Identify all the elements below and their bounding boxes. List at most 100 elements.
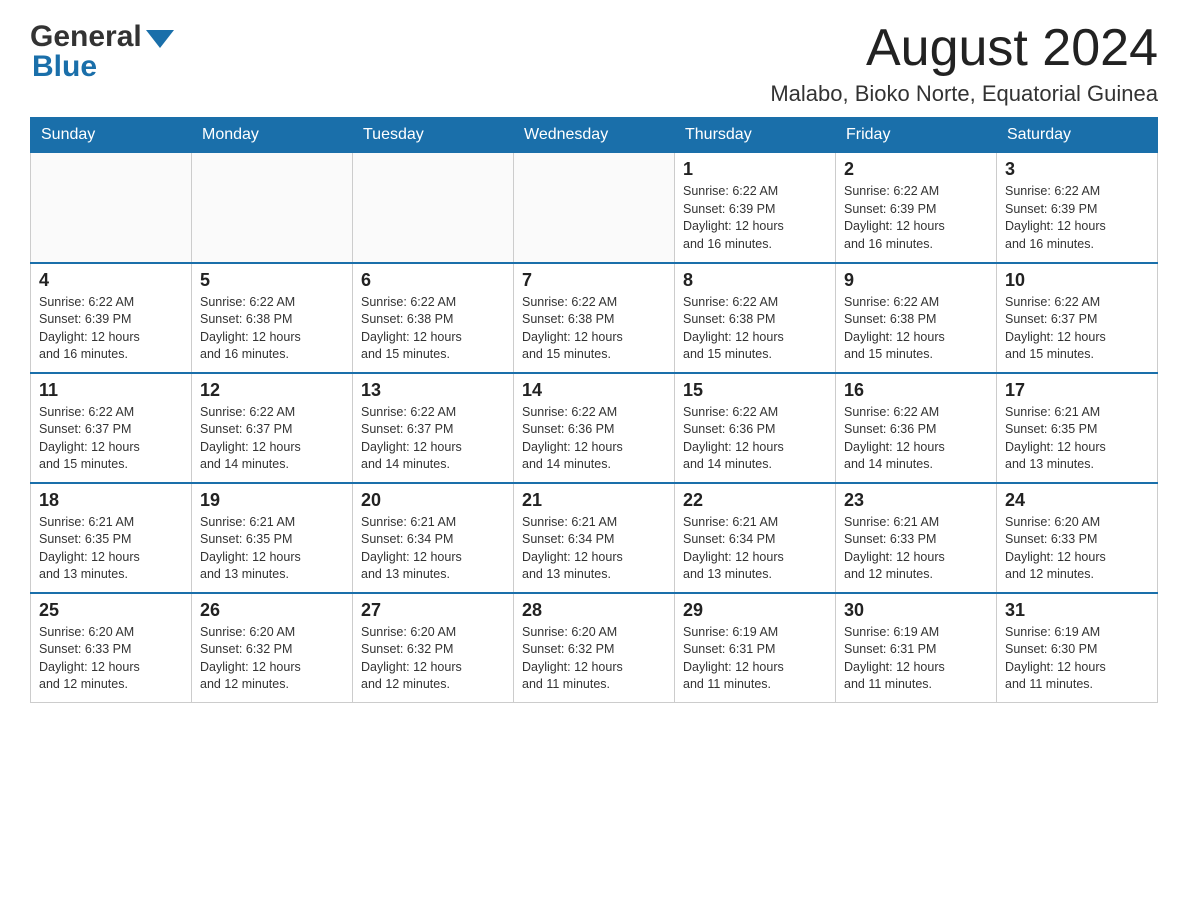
day-number: 5 bbox=[200, 270, 344, 291]
calendar-cell bbox=[31, 153, 192, 263]
calendar-cell bbox=[353, 153, 514, 263]
day-info: Sunrise: 6:22 AMSunset: 6:38 PMDaylight:… bbox=[844, 294, 988, 364]
day-number: 16 bbox=[844, 380, 988, 401]
calendar-header-thursday: Thursday bbox=[675, 118, 836, 153]
calendar-week-row: 18 Sunrise: 6:21 AMSunset: 6:35 PMDayligh… bbox=[31, 483, 1158, 593]
day-number: 23 bbox=[844, 490, 988, 511]
calendar-cell: 4 Sunrise: 6:22 AMSunset: 6:39 PMDaylight… bbox=[31, 263, 192, 373]
day-info: Sunrise: 6:22 AMSunset: 6:37 PMDaylight:… bbox=[39, 404, 183, 474]
day-info: Sunrise: 6:22 AMSunset: 6:37 PMDaylight:… bbox=[200, 404, 344, 474]
calendar-cell: 29 Sunrise: 6:19 AMSunset: 6:31 PMDayligh… bbox=[675, 593, 836, 703]
calendar-cell: 9 Sunrise: 6:22 AMSunset: 6:38 PMDaylight… bbox=[836, 263, 997, 373]
calendar-cell: 22Sunrise: 6:21 AMSunset: 6:34 PMDayligh… bbox=[675, 483, 836, 593]
calendar-cell: 28 Sunrise: 6:20 AMSunset: 6:32 PMDayligh… bbox=[514, 593, 675, 703]
day-number: 13 bbox=[361, 380, 505, 401]
day-number: 28 bbox=[522, 600, 666, 621]
logo: General Blue bbox=[30, 20, 174, 84]
calendar-cell: 2 Sunrise: 6:22 AMSunset: 6:39 PMDaylight… bbox=[836, 153, 997, 263]
day-info: Sunrise: 6:21 AMSunset: 6:34 PMDaylight:… bbox=[683, 514, 827, 584]
day-info: Sunrise: 6:19 AMSunset: 6:31 PMDaylight:… bbox=[683, 624, 827, 694]
calendar-week-row: 11 Sunrise: 6:22 AMSunset: 6:37 PMDayligh… bbox=[31, 373, 1158, 483]
day-info: Sunrise: 6:22 AMSunset: 6:38 PMDaylight:… bbox=[200, 294, 344, 364]
day-number: 27 bbox=[361, 600, 505, 621]
day-number: 12 bbox=[200, 380, 344, 401]
day-number: 15 bbox=[683, 380, 827, 401]
calendar-cell: 6 Sunrise: 6:22 AMSunset: 6:38 PMDaylight… bbox=[353, 263, 514, 373]
calendar-cell: 16Sunrise: 6:22 AMSunset: 6:36 PMDayligh… bbox=[836, 373, 997, 483]
day-info: Sunrise: 6:22 AMSunset: 6:38 PMDaylight:… bbox=[522, 294, 666, 364]
day-number: 21 bbox=[522, 490, 666, 511]
day-number: 2 bbox=[844, 159, 988, 180]
day-info: Sunrise: 6:21 AMSunset: 6:35 PMDaylight:… bbox=[39, 514, 183, 584]
day-number: 20 bbox=[361, 490, 505, 511]
title-section: August 2024 Malabo, Bioko Norte, Equator… bbox=[770, 20, 1158, 107]
day-number: 9 bbox=[844, 270, 988, 291]
calendar-cell: 8 Sunrise: 6:22 AMSunset: 6:38 PMDaylight… bbox=[675, 263, 836, 373]
day-info: Sunrise: 6:22 AMSunset: 6:39 PMDaylight:… bbox=[39, 294, 183, 364]
day-number: 29 bbox=[683, 600, 827, 621]
calendar-cell: 18 Sunrise: 6:21 AMSunset: 6:35 PMDayligh… bbox=[31, 483, 192, 593]
calendar-cell: 1 Sunrise: 6:22 AMSunset: 6:39 PMDaylight… bbox=[675, 153, 836, 263]
calendar-cell: 25Sunrise: 6:20 AMSunset: 6:33 PMDayligh… bbox=[31, 593, 192, 703]
day-info: Sunrise: 6:20 AMSunset: 6:32 PMDaylight:… bbox=[522, 624, 666, 694]
calendar-cell: 19Sunrise: 6:21 AMSunset: 6:35 PMDayligh… bbox=[192, 483, 353, 593]
day-number: 4 bbox=[39, 270, 183, 291]
calendar-cell bbox=[192, 153, 353, 263]
calendar-cell: 5 Sunrise: 6:22 AMSunset: 6:38 PMDaylight… bbox=[192, 263, 353, 373]
month-title: August 2024 bbox=[770, 20, 1158, 77]
calendar-cell bbox=[514, 153, 675, 263]
day-info: Sunrise: 6:20 AMSunset: 6:32 PMDaylight:… bbox=[200, 624, 344, 694]
day-number: 24 bbox=[1005, 490, 1149, 511]
day-number: 17 bbox=[1005, 380, 1149, 401]
day-info: Sunrise: 6:22 AMSunset: 6:38 PMDaylight:… bbox=[683, 294, 827, 364]
day-number: 6 bbox=[361, 270, 505, 291]
calendar-cell: 13 Sunrise: 6:22 AMSunset: 6:37 PMDayligh… bbox=[353, 373, 514, 483]
day-info: Sunrise: 6:20 AMSunset: 6:33 PMDaylight:… bbox=[1005, 514, 1149, 584]
day-info: Sunrise: 6:22 AMSunset: 6:39 PMDaylight:… bbox=[844, 183, 988, 253]
day-number: 3 bbox=[1005, 159, 1149, 180]
day-info: Sunrise: 6:22 AMSunset: 6:38 PMDaylight:… bbox=[361, 294, 505, 364]
calendar-cell: 30 Sunrise: 6:19 AMSunset: 6:31 PMDayligh… bbox=[836, 593, 997, 703]
day-info: Sunrise: 6:21 AMSunset: 6:35 PMDaylight:… bbox=[1005, 404, 1149, 474]
day-info: Sunrise: 6:19 AMSunset: 6:30 PMDaylight:… bbox=[1005, 624, 1149, 694]
day-number: 25 bbox=[39, 600, 183, 621]
calendar-cell: 11 Sunrise: 6:22 AMSunset: 6:37 PMDayligh… bbox=[31, 373, 192, 483]
calendar-cell: 12 Sunrise: 6:22 AMSunset: 6:37 PMDayligh… bbox=[192, 373, 353, 483]
calendar-cell: 26Sunrise: 6:20 AMSunset: 6:32 PMDayligh… bbox=[192, 593, 353, 703]
calendar-cell: 15 Sunrise: 6:22 AMSunset: 6:36 PMDayligh… bbox=[675, 373, 836, 483]
day-number: 8 bbox=[683, 270, 827, 291]
calendar-header-row: SundayMondayTuesdayWednesdayThursdayFrid… bbox=[31, 118, 1158, 153]
calendar-cell: 20 Sunrise: 6:21 AMSunset: 6:34 PMDayligh… bbox=[353, 483, 514, 593]
day-number: 1 bbox=[683, 159, 827, 180]
day-info: Sunrise: 6:22 AMSunset: 6:39 PMDaylight:… bbox=[683, 183, 827, 253]
day-info: Sunrise: 6:22 AMSunset: 6:36 PMDaylight:… bbox=[683, 404, 827, 474]
calendar-week-row: 1 Sunrise: 6:22 AMSunset: 6:39 PMDaylight… bbox=[31, 153, 1158, 263]
day-number: 11 bbox=[39, 380, 183, 401]
calendar-header-monday: Monday bbox=[192, 118, 353, 153]
calendar-header-friday: Friday bbox=[836, 118, 997, 153]
logo-arrow-icon bbox=[146, 30, 174, 48]
day-info: Sunrise: 6:21 AMSunset: 6:34 PMDaylight:… bbox=[522, 514, 666, 584]
logo-blue-text: Blue bbox=[32, 50, 174, 84]
calendar-header-tuesday: Tuesday bbox=[353, 118, 514, 153]
day-number: 7 bbox=[522, 270, 666, 291]
calendar-cell: 14Sunrise: 6:22 AMSunset: 6:36 PMDayligh… bbox=[514, 373, 675, 483]
day-info: Sunrise: 6:21 AMSunset: 6:34 PMDaylight:… bbox=[361, 514, 505, 584]
day-number: 30 bbox=[844, 600, 988, 621]
calendar-cell: 7 Sunrise: 6:22 AMSunset: 6:38 PMDaylight… bbox=[514, 263, 675, 373]
calendar-table: SundayMondayTuesdayWednesdayThursdayFrid… bbox=[30, 117, 1158, 703]
day-info: Sunrise: 6:22 AMSunset: 6:37 PMDaylight:… bbox=[361, 404, 505, 474]
day-info: Sunrise: 6:20 AMSunset: 6:32 PMDaylight:… bbox=[361, 624, 505, 694]
day-number: 19 bbox=[200, 490, 344, 511]
day-info: Sunrise: 6:19 AMSunset: 6:31 PMDaylight:… bbox=[844, 624, 988, 694]
day-number: 18 bbox=[39, 490, 183, 511]
calendar-header-wednesday: Wednesday bbox=[514, 118, 675, 153]
day-info: Sunrise: 6:22 AMSunset: 6:36 PMDaylight:… bbox=[522, 404, 666, 474]
calendar-week-row: 4 Sunrise: 6:22 AMSunset: 6:39 PMDaylight… bbox=[31, 263, 1158, 373]
calendar-week-row: 25Sunrise: 6:20 AMSunset: 6:33 PMDayligh… bbox=[31, 593, 1158, 703]
day-number: 31 bbox=[1005, 600, 1149, 621]
location-title: Malabo, Bioko Norte, Equatorial Guinea bbox=[770, 81, 1158, 107]
calendar-cell: 24 Sunrise: 6:20 AMSunset: 6:33 PMDayligh… bbox=[997, 483, 1158, 593]
calendar-cell: 31 Sunrise: 6:19 AMSunset: 6:30 PMDayligh… bbox=[997, 593, 1158, 703]
calendar-cell: 3Sunrise: 6:22 AMSunset: 6:39 PMDaylight… bbox=[997, 153, 1158, 263]
